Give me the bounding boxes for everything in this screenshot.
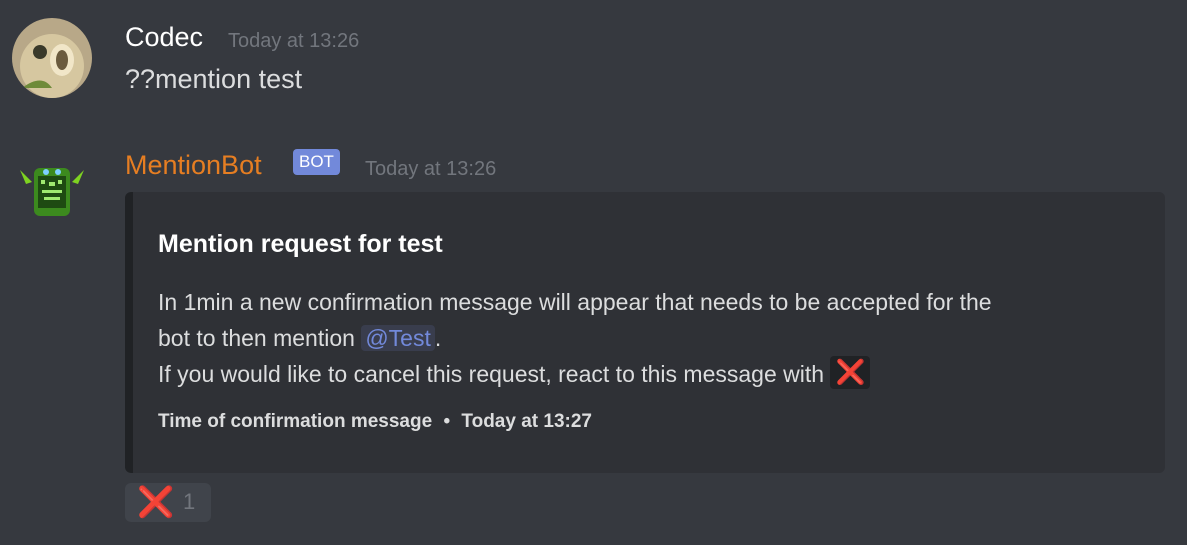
reaction-count: 1	[183, 489, 196, 514]
username[interactable]: MentionBot	[125, 150, 262, 181]
embed-desc-line-2: bot to then mention @Test.	[158, 320, 1148, 356]
cross-mark-icon: ❌	[830, 356, 871, 390]
avatar-codec[interactable]	[12, 18, 92, 98]
embed-title: Mention request for test	[158, 230, 443, 258]
footer-time: Today at 13:27	[461, 411, 592, 432]
embed: Mention request for test In 1min a new c…	[125, 192, 1165, 473]
embed-desc-line-1: In 1min a new confirmation message will …	[158, 289, 992, 315]
footer-label: Time of confirmation message	[158, 411, 433, 432]
bot-tag-badge: BOT	[293, 149, 340, 175]
embed-description: In 1min a new confirmation message will …	[158, 284, 1148, 392]
timestamp: Today at 13:26	[365, 158, 497, 180]
username[interactable]: Codec	[125, 22, 203, 53]
embed-desc-text: .	[434, 325, 442, 351]
timestamp: Today at 13:26	[228, 30, 360, 52]
user-mention[interactable]: @Test	[361, 325, 435, 351]
avatar-mentionbot[interactable]	[12, 152, 92, 232]
cross-mark-icon: ❌	[137, 486, 175, 519]
embed-desc-text: If you would like to cancel this request…	[158, 361, 831, 387]
embed-desc-line-3: If you would like to cancel this request…	[158, 356, 1148, 392]
embed-footer: Time of confirmation message • Today at …	[158, 411, 592, 433]
footer-separator: •	[443, 411, 451, 432]
message-content: ??mention test	[125, 64, 303, 94]
reaction-button[interactable]: ❌ 1	[125, 483, 211, 522]
embed-desc-text: bot to then mention	[158, 325, 362, 351]
